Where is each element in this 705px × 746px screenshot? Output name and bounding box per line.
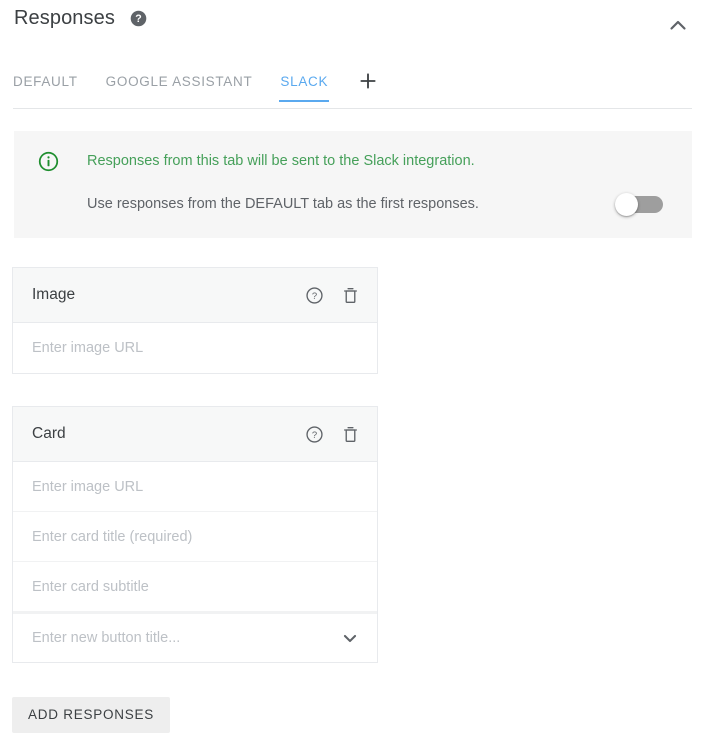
card-title-input[interactable] bbox=[32, 529, 361, 545]
slack-info-banner: Responses from this tab will be sent to … bbox=[14, 131, 692, 238]
tab-default-label: DEFAULT bbox=[13, 74, 78, 89]
response-card-card: Card ? bbox=[12, 406, 378, 663]
responses-panel-header: Responses ? bbox=[0, 0, 705, 62]
response-card-image-header: Image ? bbox=[13, 268, 377, 323]
info-circle-icon bbox=[38, 151, 59, 172]
chevron-down-icon[interactable] bbox=[339, 627, 361, 649]
info-banner-message: Responses from this tab will be sent to … bbox=[87, 151, 475, 171]
tab-google-assistant-label: GOOGLE ASSISTANT bbox=[106, 74, 253, 89]
card-image-url-input[interactable] bbox=[32, 479, 361, 495]
use-default-responses-label: Use responses from the DEFAULT tab as th… bbox=[87, 194, 479, 214]
tab-slack-label: SLACK bbox=[280, 74, 328, 89]
image-url-input[interactable] bbox=[32, 340, 361, 356]
collapse-panel-chevron-up-icon[interactable] bbox=[665, 12, 691, 38]
tabs-divider bbox=[13, 108, 692, 109]
add-tab-plus-icon[interactable] bbox=[358, 71, 378, 91]
toggle-knob bbox=[615, 193, 638, 216]
card-title-row[interactable] bbox=[13, 512, 377, 562]
panel-title-group: Responses ? bbox=[14, 6, 147, 30]
page-title: Responses bbox=[14, 6, 115, 30]
card-image-url-row[interactable] bbox=[13, 462, 377, 512]
response-tabs: DEFAULT GOOGLE ASSISTANT SLACK bbox=[0, 70, 705, 108]
svg-text:?: ? bbox=[135, 13, 141, 25]
trash-icon[interactable] bbox=[341, 286, 360, 305]
tab-google-assistant[interactable]: GOOGLE ASSISTANT bbox=[106, 70, 253, 102]
response-card-card-header: Card ? bbox=[13, 407, 377, 462]
use-default-responses-toggle[interactable] bbox=[615, 193, 665, 215]
response-card-card-title: Card bbox=[32, 425, 288, 443]
response-card-image-title: Image bbox=[32, 286, 288, 304]
help-circle-outline-icon[interactable]: ? bbox=[305, 425, 324, 444]
svg-text:?: ? bbox=[312, 430, 317, 441]
card-subtitle-input[interactable] bbox=[32, 579, 361, 595]
svg-text:?: ? bbox=[312, 291, 317, 302]
image-url-row[interactable] bbox=[13, 323, 377, 373]
tab-default[interactable]: DEFAULT bbox=[13, 70, 78, 102]
trash-icon[interactable] bbox=[341, 425, 360, 444]
card-button-title-row[interactable] bbox=[13, 612, 377, 662]
response-card-image: Image ? bbox=[12, 267, 378, 374]
card-button-title-input[interactable] bbox=[32, 630, 331, 646]
help-circle-outline-icon[interactable]: ? bbox=[305, 286, 324, 305]
help-icon[interactable]: ? bbox=[130, 10, 147, 27]
add-responses-button[interactable]: ADD RESPONSES bbox=[12, 697, 170, 733]
card-subtitle-row[interactable] bbox=[13, 562, 377, 612]
tab-slack[interactable]: SLACK bbox=[280, 70, 328, 102]
